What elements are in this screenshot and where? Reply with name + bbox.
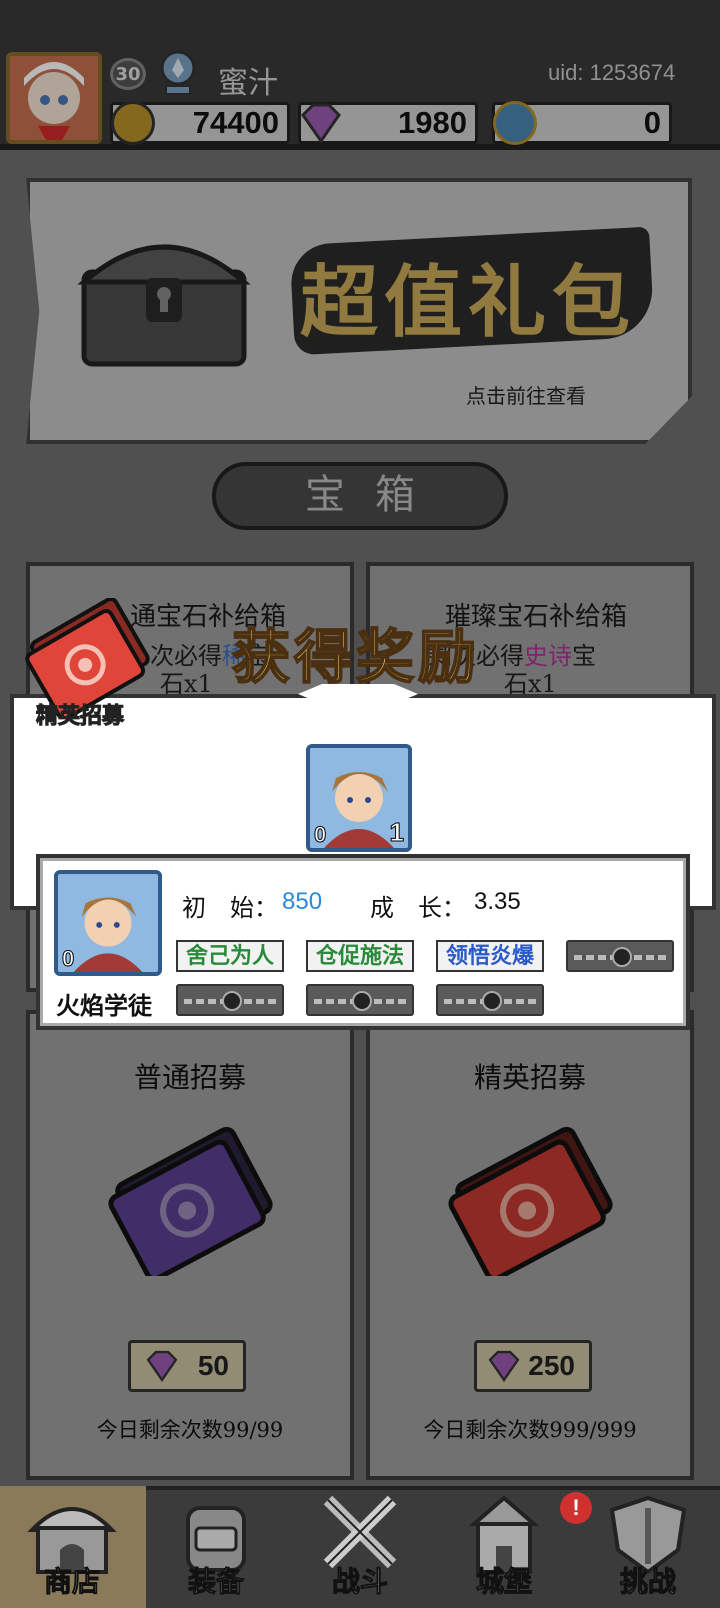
nav-label: 城堡	[475, 1565, 532, 1599]
padlock-icon	[482, 991, 502, 1011]
skill-slot-1[interactable]: 舍己为人	[176, 940, 284, 972]
nav-label: 装备	[187, 1565, 244, 1599]
locked-skill-slot-4[interactable]	[566, 940, 674, 972]
hero-badge: 0	[61, 946, 75, 972]
nav-battle[interactable]: 战斗	[288, 1486, 432, 1608]
nav-challenge[interactable]: 挑战	[576, 1486, 720, 1608]
skill-slot-2[interactable]: 仓促施法	[306, 940, 414, 972]
initial-stat-label: 初 始：	[182, 894, 278, 922]
hero-name: 火焰学徒	[56, 991, 152, 1020]
reward-title: 获得奖励	[231, 622, 481, 692]
hero-star-count: 0	[313, 822, 327, 848]
reward-hero-card[interactable]: 0 1	[306, 744, 412, 852]
nav-shop[interactable]: 商店	[0, 1486, 144, 1608]
padlock-icon	[222, 991, 242, 1011]
hero-portrait: 0	[54, 870, 162, 976]
nav-label: 战斗	[331, 1565, 388, 1599]
locked-skill-slot-7[interactable]	[436, 984, 544, 1016]
nav-castle[interactable]: 城堡	[432, 1486, 576, 1608]
initial-stat-value: 850	[282, 888, 323, 915]
growth-stat-value: 3.35	[474, 888, 521, 915]
nav-equipment[interactable]: 装备	[144, 1486, 288, 1608]
skill-slot-3[interactable]: 领悟炎爆	[436, 940, 544, 972]
hero-quantity: 1	[389, 817, 405, 848]
padlock-icon	[612, 947, 632, 967]
nav-label: 商店	[43, 1565, 100, 1599]
padlock-icon	[352, 991, 372, 1011]
locked-skill-slot-6[interactable]	[306, 984, 414, 1016]
growth-stat-label: 成 长：	[370, 894, 466, 922]
locked-skill-slot-5[interactable]	[176, 984, 284, 1016]
nav-label: 挑战	[619, 1565, 676, 1599]
reward-source-label: 精英招募	[35, 703, 125, 730]
